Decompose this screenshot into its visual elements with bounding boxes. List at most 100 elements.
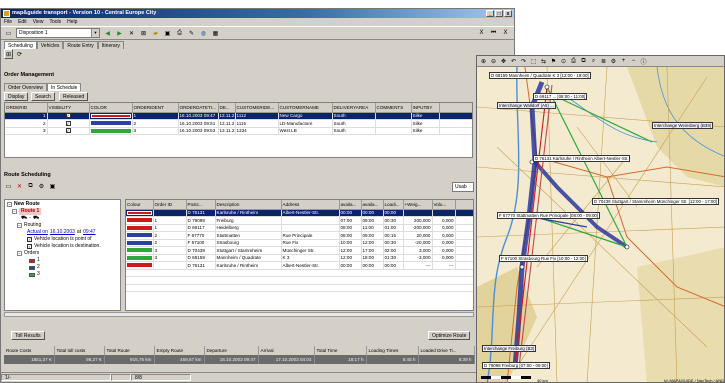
stop-row[interactable]: 3D 70439 Stuttgart / Stammheim Münchinger … [126,246,473,255]
col-de[interactable]: DE... [218,103,236,113]
tree-order-1[interactable]: 1 [7,257,118,264]
previous-icon[interactable]: ◀ [103,28,112,38]
stop-row[interactable]: 1D 69117 Heidelberg 08:00 11:00 01:00 -200,00… [126,224,473,232]
map-label-heidelberg[interactable]: D 69117 ... [08:00 - 11:00] [533,93,588,100]
tab-order-overview[interactable]: Order Overview [4,83,48,91]
actual-date-link[interactable]: 16.10.2003 [50,229,75,236]
route-icon[interactable]: ⇆ [539,58,548,65]
menu-help[interactable]: Help [67,18,77,26]
minimize-button[interactable]: _ [486,10,494,17]
flag-icon[interactable]: ⚑ [549,58,558,65]
info-icon[interactable]: ⓘ [639,57,648,66]
open-folder-icon[interactable]: ▰ [151,28,160,38]
layout-icon[interactable]: ⊞ [4,49,13,59]
tree-check-dest[interactable]: ✓ Vehicle location is destination. [7,243,118,250]
close-button[interactable]: x [504,10,512,17]
nav-close-left-icon[interactable]: X [477,28,486,38]
tab-vehicles[interactable]: Vehicles [36,41,64,49]
route-settings-icon[interactable]: ⚙ [37,181,46,191]
tab-in-schedule[interactable]: In Schedule [47,83,82,91]
settings-icon[interactable]: ⚙ [609,58,618,65]
map-label-karlsruhe[interactable]: D 76131 Karlsruhe / Rintheim Albert-Nest… [533,155,631,162]
zoom-in-icon[interactable]: ⊕ [479,58,488,65]
visibility-checkbox[interactable]: ✓ [65,120,71,126]
col-address[interactable]: Address [281,200,340,210]
next-icon[interactable]: ▶ [115,28,124,38]
released-button[interactable]: Released [59,92,89,101]
tree-vehicle[interactable]: ⛟ - ⛟ [7,215,118,222]
find-icon[interactable]: ⌕ [589,58,598,65]
col-orderid[interactable]: ORDERID [5,103,48,113]
new-document-icon[interactable]: ▭ [4,28,13,38]
redo-icon[interactable]: ↷ [519,58,528,65]
map-label-freiburg-interchange[interactable]: Interchange Freiburg (B3) [482,345,537,352]
tab-scheduling[interactable]: Scheduling [4,41,37,49]
globe-icon[interactable]: ◍ [199,28,208,38]
visibility-checkbox[interactable]: ✓ [65,113,71,119]
col-available-to[interactable]: availa... [361,200,384,210]
order-row[interactable]: 2 ✓ 2 16.10.2003 09:51 13.11.2 1115 LD-Manufac… [5,119,472,128]
tree-order-2[interactable]: 2 [7,264,118,271]
menu-view[interactable]: View [33,18,44,26]
checkbox-start[interactable]: ✓ [27,237,32,242]
search-button[interactable]: Search [31,92,55,101]
new-route-icon[interactable]: ▭ [4,181,13,191]
col-customername[interactable]: CUSTOMERNAME [278,103,333,113]
actual-link[interactable]: Actual on [27,229,48,236]
visibility-cell[interactable]: ✓ [47,127,90,135]
menu-tools[interactable]: Tools [49,18,61,26]
binoculars-icon[interactable]: ⊙ [559,58,568,65]
col-available-from[interactable]: availa... [339,200,362,210]
nav-close-right-icon[interactable]: X [501,28,510,38]
delete-icon[interactable]: ✕ [127,28,136,38]
delete-route-icon[interactable]: ✕ [15,181,24,191]
disposition-select[interactable]: Disposition 1 ▼ [16,28,100,38]
col-orderident[interactable]: ORDERIDENT [132,103,179,113]
tools-icon[interactable]: ✎ [187,28,196,38]
col-loading[interactable]: Loadi... [383,200,404,210]
usab-select[interactable]: Usab [452,182,474,192]
col-customerid[interactable]: CUSTOMERIDE... [235,103,279,113]
copy-icon[interactable]: ⧉ [579,58,588,65]
col-deliveryarea[interactable]: DELIVERYAREA [332,103,376,113]
order-row[interactable]: 1 ✓ 1 16.10.2003 09:47 13.11.2 1112 New Cargo S… [5,112,472,120]
minus-icon[interactable]: − [629,58,638,64]
stop-row[interactable]: 1D 79098 Freiburg 07:00 09:00 00:30 200,000 0,… [126,216,473,225]
col-orderdatetime[interactable]: ORDERDATETI... [178,103,219,113]
col-order-id[interactable]: Order ID [153,200,187,210]
tree-check-start[interactable]: ✓ Vehicle location is point of [7,236,118,243]
stop-row[interactable]: 3D 68159 Mannheim / Quadrate K 3 12:00 18:00… [126,254,473,262]
col-visibility[interactable]: VISIBILITY [47,103,90,113]
tree-orders[interactable]: − Orders [7,250,118,257]
col-color[interactable]: COLOR [89,103,133,113]
stop-row[interactable]: 2F 67770 Stattmatten Rue Principale 08:00 09… [126,231,473,240]
horizontal-scrollbar[interactable] [4,312,474,317]
tab-itinerary[interactable]: Itinerary [97,41,124,49]
print-icon[interactable]: ⎙ [569,58,578,65]
visibility-cell[interactable]: ✓ [47,119,90,128]
map-label-stattmatten[interactable]: F 67770 Stattmatten Rue Principale [08:0… [497,212,601,219]
zoom-out-icon[interactable]: ⊖ [489,58,498,65]
col-colour[interactable]: Colour [126,200,154,210]
tree-new-route[interactable]: − New Route [7,201,118,208]
save-icon[interactable]: ▣ [163,28,172,38]
menu-file[interactable]: File [4,18,12,26]
map-label-walldorf[interactable]: Interchange Walldorf (A5) ... [497,102,556,109]
toll-results-button[interactable]: Toll Results [11,331,45,340]
col-comments[interactable]: COMMENTS [375,103,412,113]
col-inputby[interactable]: INPUTBY [411,103,440,113]
menu-edit[interactable]: Edit [18,18,27,26]
col-description[interactable]: Description [215,200,282,210]
order-row[interactable]: 3 ✓ 3 16.10.2003 09:53 13.11.2 1334 West LB Sou… [5,127,472,135]
stop-row[interactable]: D 76131 Karlsruhe / Rintheim Albert-Nestle… [126,261,473,270]
nav-first-icon[interactable]: ⏮ [489,28,498,38]
col-volume[interactable]: Volu... [432,200,456,210]
map-label-mannheim[interactable]: D 68159 Mannheim / Quadrate K 3 [12:00 -… [489,72,591,79]
col-weight[interactable]: +Weig... [403,200,433,210]
title-bar[interactable]: map&guide transport - Version 10 - Centr… [1,9,514,18]
save-route-icon[interactable]: ▣ [48,181,57,191]
stop-row[interactable]: D 76131 Karlsruhe / Rintheim Albert-Nestle… [126,209,473,217]
visibility-checkbox[interactable]: ✓ [65,128,71,134]
map-label-freiburg[interactable]: D 79098 Freiburg [07:00 - 09:00] [482,362,550,369]
pan-icon[interactable]: ✥ [499,58,508,65]
